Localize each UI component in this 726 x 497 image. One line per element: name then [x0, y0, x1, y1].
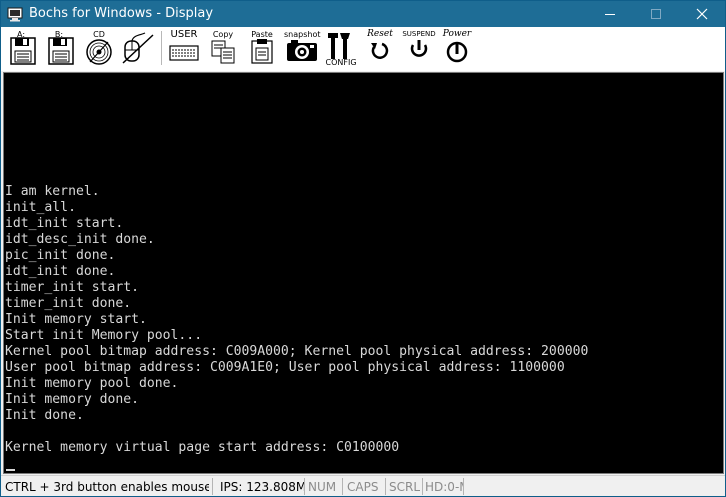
- console-line: idt_init start.: [5, 216, 124, 231]
- reset-icon: [371, 42, 389, 59]
- toolbar-separator: [161, 31, 162, 65]
- floppy-b-label: B:: [54, 30, 64, 39]
- paste-icon: [251, 39, 273, 64]
- mouse-hint-text: CTRL + 3rd button enables mouse: [5, 480, 209, 494]
- scroll-lock-indicator: SCRL: [389, 480, 421, 494]
- console-line: timer_init start.: [5, 280, 140, 295]
- minimize-button[interactable]: [587, 1, 633, 27]
- console-line: Init memory done.: [5, 392, 140, 407]
- caps-lock-indicator: CAPS: [347, 480, 379, 494]
- console-line: Init memory start.: [5, 312, 147, 327]
- emulator-screen[interactable]: I am kernel. init_all. idt_init start. idt_…: [3, 72, 724, 474]
- keyboard-icon: [169, 45, 199, 61]
- console-line: idt_desc_init done.: [5, 232, 155, 247]
- floppy-a-button[interactable]: A:: [5, 29, 41, 67]
- window-title: Bochs for Windows - Display: [29, 6, 214, 21]
- toolbar: A: B: CD USER Copy Paste snapshot CONFIG…: [1, 27, 725, 71]
- status-divider: [342, 478, 343, 495]
- snapshot-button[interactable]: snapshot: [284, 29, 321, 67]
- maximize-button[interactable]: [633, 1, 679, 27]
- floppy-b-button[interactable]: B:: [43, 29, 79, 67]
- status-divider: [212, 478, 213, 495]
- config-label: CONFIG: [325, 58, 357, 67]
- console-line: Init done.: [5, 408, 84, 423]
- console-line: Kernel pool bitmap address: C009A000; Ke…: [5, 344, 589, 359]
- user-button[interactable]: USER: [167, 29, 201, 67]
- status-divider: [385, 478, 386, 495]
- console-line: timer_init done.: [5, 296, 132, 311]
- console-line: init_all.: [5, 200, 76, 215]
- cdrom-label: CD: [93, 30, 105, 39]
- copy-icon: [211, 40, 235, 64]
- mouse-disabled-icon: [122, 32, 154, 64]
- cdrom-button[interactable]: CD: [81, 29, 117, 67]
- reset-button[interactable]: Reset: [363, 29, 397, 67]
- power-button[interactable]: Power: [440, 29, 474, 67]
- close-button[interactable]: [679, 1, 725, 27]
- console-line: Init memory pool done.: [5, 376, 179, 391]
- console-line: pic_init done.: [5, 248, 116, 263]
- status-bar: CTRL + 3rd button enables mouse IPS: 123…: [1, 475, 725, 496]
- status-divider: [463, 478, 464, 495]
- ips-indicator: IPS: 123.808M: [220, 480, 304, 494]
- floppy-a-label: A:: [16, 30, 26, 39]
- console-line: Kernel memory virtual page start address…: [5, 440, 400, 455]
- suspend-button[interactable]: SUSPEND: [401, 29, 437, 67]
- bochs-app-icon: [7, 6, 23, 22]
- status-divider: [422, 478, 423, 495]
- suspend-icon: [410, 40, 428, 57]
- power-icon: [446, 41, 468, 63]
- bochs-display-window: Bochs for Windows - Display A: B: CD USE…: [0, 0, 726, 497]
- minimize-icon: [605, 14, 615, 15]
- console-line: Start init Memory pool...: [5, 328, 203, 343]
- close-icon: [696, 8, 708, 20]
- console-line: I am kernel.: [5, 184, 100, 199]
- status-divider: [304, 478, 305, 495]
- console-line: User pool bitmap address: C009A1E0; User…: [5, 360, 565, 375]
- hard-disk-indicator: HD:0-M: [425, 480, 463, 494]
- paste-button[interactable]: Paste: [246, 29, 278, 67]
- console-line: idt_init done.: [5, 264, 116, 279]
- text-cursor: [6, 469, 15, 471]
- copy-button[interactable]: Copy: [208, 29, 238, 67]
- num-lock-indicator: NUM: [308, 480, 337, 494]
- camera-icon: [287, 40, 317, 61]
- title-bar[interactable]: Bochs for Windows - Display: [1, 1, 725, 27]
- config-button[interactable]: CONFIG: [324, 29, 358, 67]
- mouse-button[interactable]: [119, 29, 157, 67]
- maximize-icon: [651, 9, 661, 19]
